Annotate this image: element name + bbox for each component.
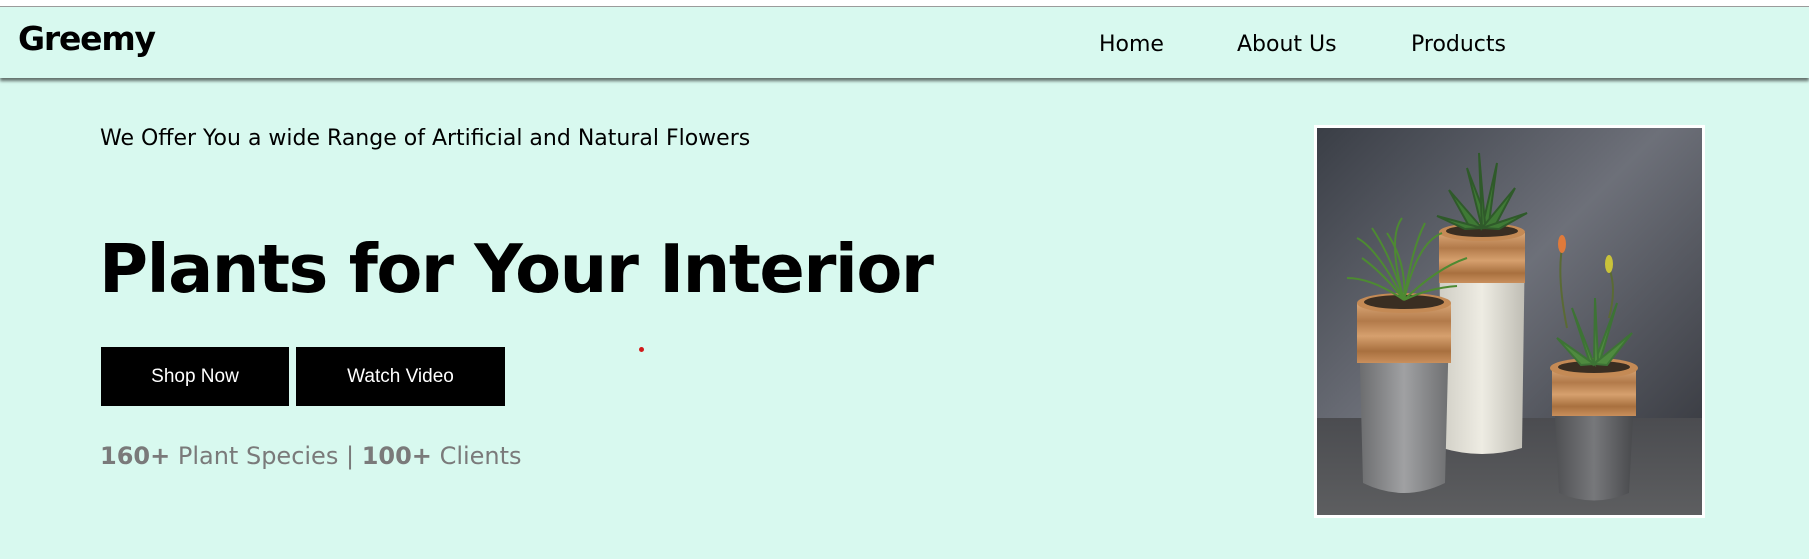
species-label: Plant Species [177, 442, 339, 470]
hero-stats: 160+ Plant Species | 100+ Clients [100, 444, 522, 468]
clients-count: 100+ [361, 442, 432, 470]
nav-link-about-us[interactable]: About Us [1237, 34, 1337, 56]
clients-label: Clients [439, 442, 522, 470]
species-count: 160+ [100, 442, 171, 470]
hero-image-frame [1314, 125, 1705, 518]
hero-headline: Plants for Your Interior [99, 230, 934, 308]
hero-tagline: We Offer You a wide Range of Artificial … [100, 126, 751, 151]
window-gutter [1809, 0, 1813, 559]
nav-link-home[interactable]: Home [1099, 34, 1164, 56]
stats-separator: | [345, 442, 355, 470]
site-frame: Greemy Home About Us Products We Offer Y… [0, 6, 1809, 559]
watch-video-button[interactable]: Watch Video [296, 347, 505, 406]
shop-now-button[interactable]: Shop Now [101, 347, 289, 406]
top-navigation-bar: Greemy Home About Us Products [0, 7, 1809, 78]
potted-plants-image [1317, 128, 1702, 515]
nav-link-products[interactable]: Products [1411, 34, 1506, 56]
cursor-indicator [639, 347, 644, 352]
page: Greemy Home About Us Products We Offer Y… [0, 0, 1813, 559]
brand-logo[interactable]: Greemy [18, 22, 156, 55]
